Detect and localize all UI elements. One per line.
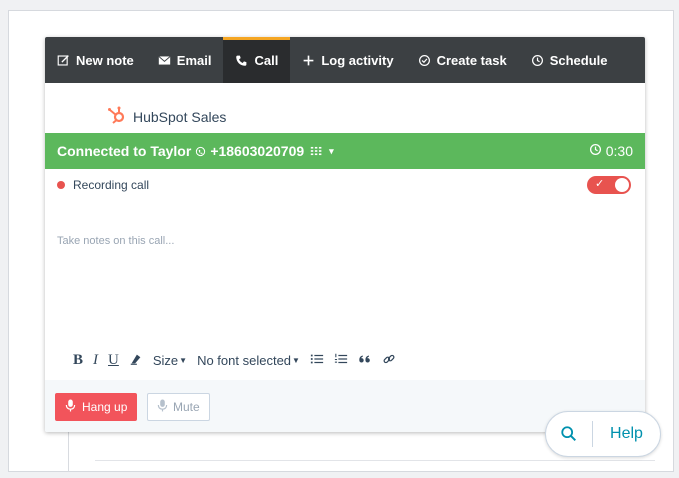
toggle-knob (615, 178, 629, 192)
mute-label: Mute (173, 400, 200, 414)
brand-name: HubSpot Sales (133, 108, 227, 125)
tab-label: Create task (436, 52, 507, 68)
call-notes-input[interactable]: Take notes on this call... (57, 235, 633, 345)
activity-toolbar: New note Email Call Log activity Create … (45, 37, 645, 83)
call-timer-value: 0:30 (605, 143, 633, 159)
tab-new-note[interactable]: New note (45, 37, 146, 83)
font-size-label: Size (152, 353, 179, 368)
blockquote-icon[interactable] (358, 352, 372, 369)
italic-button[interactable]: I (93, 352, 98, 369)
edit-icon (57, 54, 70, 67)
recording-row: Recording call (57, 178, 149, 192)
call-status-bar: Connected to Taylor +18603020709 ▾ 0:30 (45, 133, 645, 169)
link-icon[interactable] (382, 352, 396, 369)
call-timer: 0:30 (589, 143, 633, 159)
caret-down-icon: ▼ (179, 356, 188, 365)
check-icon: ✓ (595, 178, 605, 190)
tab-call[interactable]: Call (223, 37, 291, 83)
call-phone-number: +18603020709 (210, 143, 305, 159)
help-widget[interactable]: Help (545, 411, 661, 457)
tab-label: Schedule (549, 52, 608, 68)
hubspot-sprocket-icon (107, 105, 127, 128)
hang-up-label: Hang up (82, 400, 128, 414)
phone-icon (195, 146, 206, 157)
divider (95, 460, 655, 461)
phone-icon (235, 54, 248, 67)
hang-up-button[interactable]: Hang up (55, 393, 138, 421)
rich-text-toolbar: B I U Size ▼ No font selected ▼ (73, 352, 396, 369)
microphone-icon (157, 399, 168, 415)
tab-email[interactable]: Email (146, 37, 224, 83)
recording-dot (57, 181, 65, 189)
underline-button[interactable]: U (108, 352, 119, 369)
clear-format-icon[interactable] (129, 352, 143, 369)
call-status: Connected to Taylor (57, 143, 192, 159)
clock-icon (531, 54, 544, 67)
tab-label: New note (76, 52, 134, 68)
tab-label: Email (176, 52, 212, 68)
caret-down-icon: ▼ (292, 356, 300, 365)
check-circle-icon (418, 54, 431, 67)
chevron-down-icon[interactable]: ▾ (329, 146, 334, 157)
search-icon[interactable] (546, 425, 592, 443)
tab-schedule[interactable]: Schedule (519, 37, 620, 83)
tab-label: Log activity (321, 52, 394, 68)
help-label[interactable]: Help (593, 425, 660, 443)
recording-toggle[interactable]: ✓ (587, 176, 631, 194)
plus-icon (302, 54, 315, 67)
envelope-icon (158, 54, 171, 67)
mute-button[interactable]: Mute (147, 393, 210, 421)
tab-label: Call (254, 52, 279, 68)
divider (68, 432, 69, 472)
clock-icon (589, 143, 602, 159)
font-family-label: No font selected (197, 353, 292, 368)
font-size-dropdown[interactable]: Size ▼ (153, 353, 187, 368)
call-panel: New note Email Call Log activity Create … (45, 37, 645, 432)
tab-create-task[interactable]: Create task (406, 37, 519, 83)
numbered-list-icon[interactable] (334, 352, 348, 369)
bulleted-list-icon[interactable] (310, 352, 324, 369)
dialpad-icon[interactable] (310, 146, 323, 156)
font-family-dropdown[interactable]: No font selected ▼ (197, 353, 300, 368)
microphone-icon (65, 399, 76, 415)
brand: HubSpot Sales (107, 105, 226, 128)
notes-placeholder: Take notes on this call... (57, 235, 175, 247)
tab-log-activity[interactable]: Log activity (290, 37, 405, 83)
recording-label: Recording call (73, 178, 150, 192)
bold-button[interactable]: B (73, 352, 83, 369)
